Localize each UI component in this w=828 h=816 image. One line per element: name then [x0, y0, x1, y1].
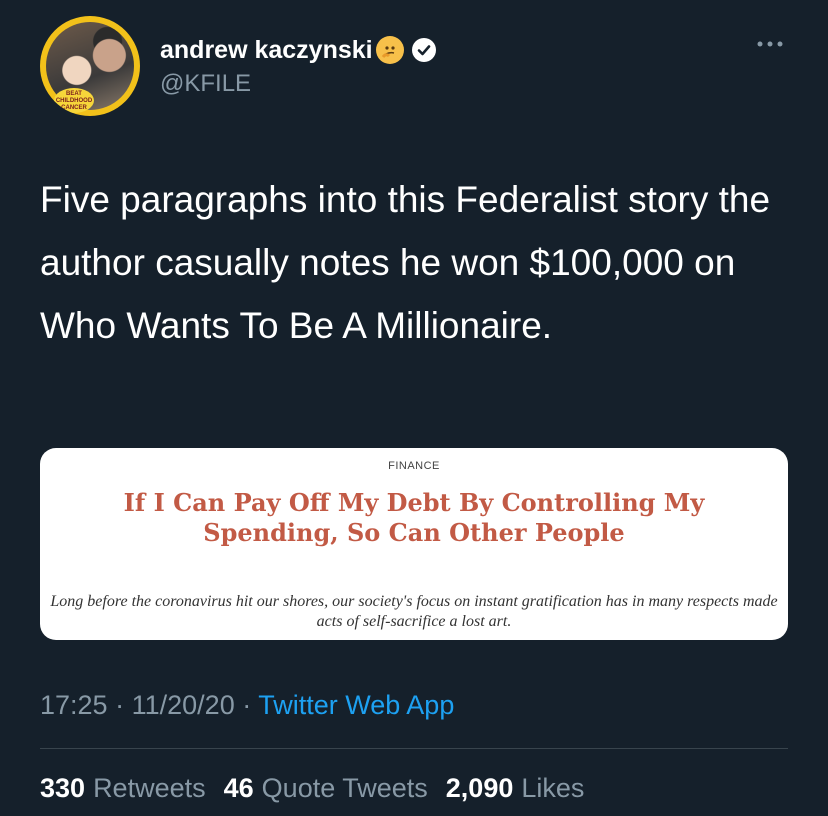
quote-tweets-count: 46	[223, 773, 254, 803]
likes-count: 2,090	[445, 773, 514, 803]
tweet-stats: 330 Retweets 46 Quote Tweets 2,090 Likes	[40, 773, 602, 804]
link-card[interactable]: FINANCE If I Can Pay Off My Debt By Cont…	[40, 448, 788, 640]
retweets-label: Retweets	[93, 773, 206, 803]
avatar-badge: BEAT CHILDHOOD CANCER	[54, 88, 94, 113]
likes-stat[interactable]: 2,090 Likes	[446, 773, 585, 804]
quote-tweets-stat[interactable]: 46 Quote Tweets	[224, 773, 428, 804]
retweets-count: 330	[40, 773, 86, 803]
likes-label: Likes	[521, 773, 585, 803]
tweet-source-link[interactable]: Twitter Web App	[258, 690, 454, 720]
card-description: Long before the coronavirus hit our shor…	[50, 593, 778, 630]
verified-badge-icon	[411, 38, 436, 62]
author-handle[interactable]: @KFILE	[160, 70, 251, 98]
meta-separator: ·	[115, 690, 125, 720]
retweets-stat[interactable]: 330 Retweets	[40, 773, 206, 804]
thinking-face-icon	[375, 36, 404, 64]
more-options-icon[interactable]	[754, 34, 786, 54]
tweet-meta: 17:25 · 11/20/20 · Twitter Web App	[40, 690, 454, 721]
divider	[40, 748, 788, 749]
meta-separator: ·	[242, 690, 252, 720]
card-title: If I Can Pay Off My Debt By Controlling …	[123, 488, 705, 547]
author-name[interactable]: andrew kaczynski	[160, 36, 373, 65]
tweet-text: Five paragraphs into this Federalist sto…	[40, 179, 771, 346]
tweet-time[interactable]: 17:25	[40, 690, 108, 720]
avatar[interactable]: BEAT CHILDHOOD CANCER	[40, 16, 140, 116]
card-section-label: FINANCE	[388, 460, 440, 472]
tweet-date[interactable]: 11/20/20	[132, 690, 235, 720]
author-name-row[interactable]: andrew kaczynski	[160, 34, 436, 66]
quote-tweets-label: Quote Tweets	[261, 773, 428, 803]
